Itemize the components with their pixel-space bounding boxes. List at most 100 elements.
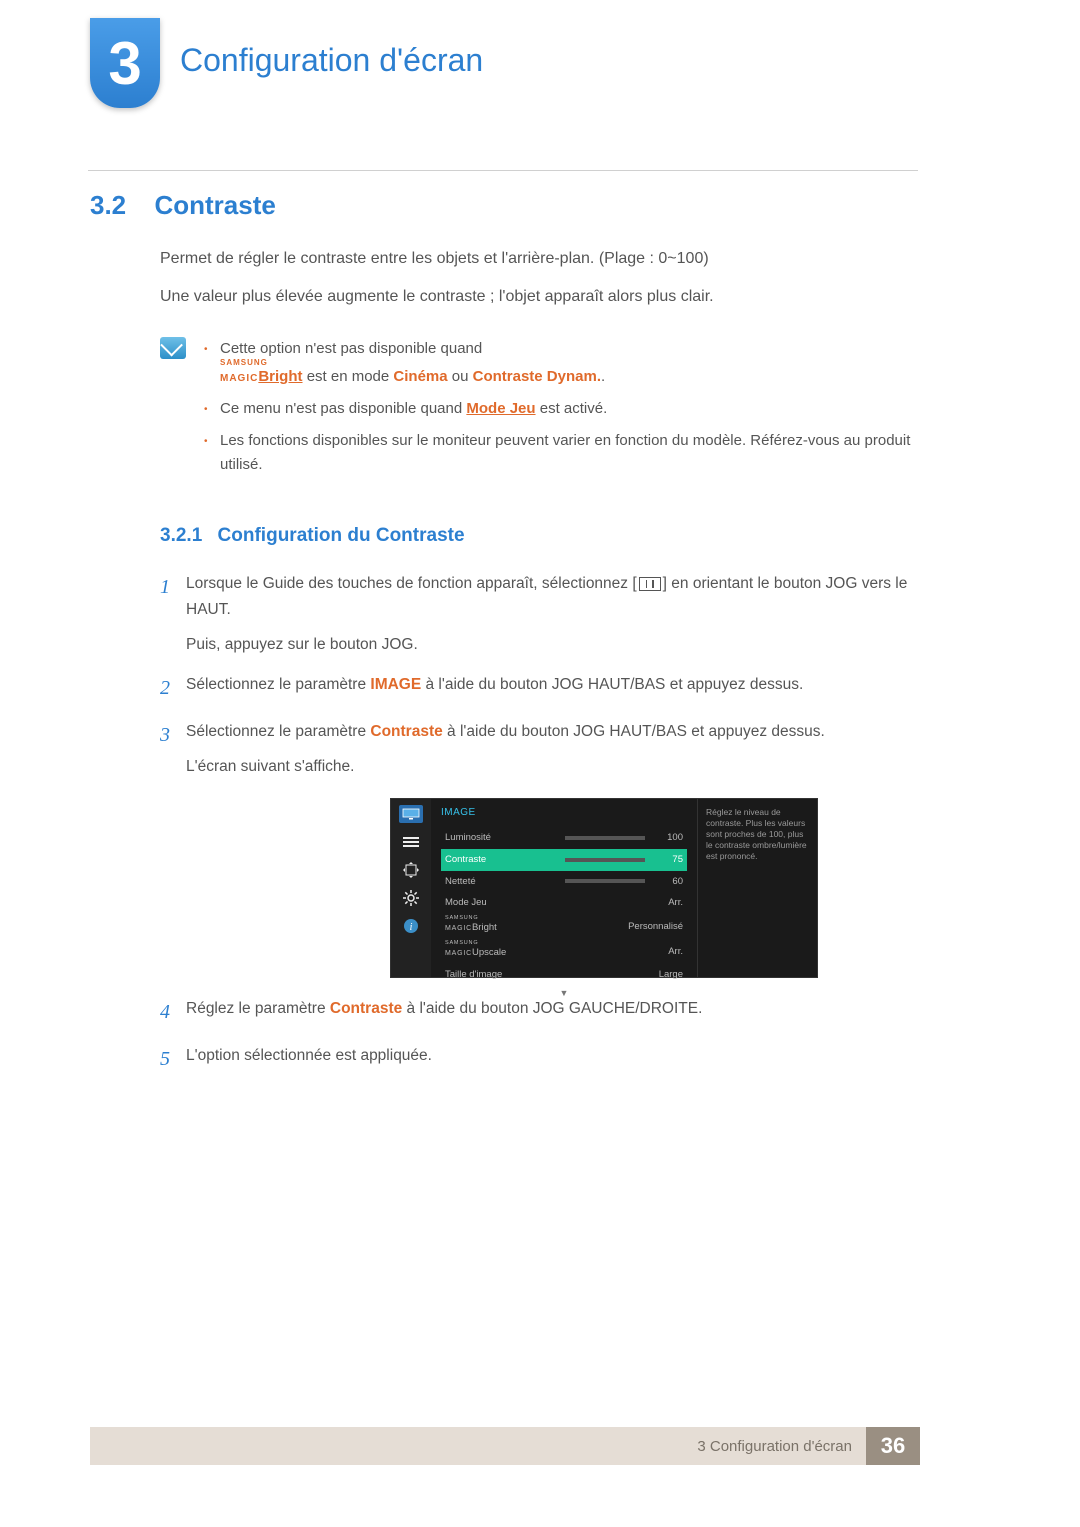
value: 75: [653, 852, 683, 868]
contraste-label: Contraste: [330, 1000, 402, 1017]
text: Puis, appuyez sur le bouton JOG.: [186, 632, 920, 658]
section-para-2: Une valeur plus élevée augmente le contr…: [160, 285, 920, 309]
osd-main: IMAGE Luminosité 100 Contraste 75 Nettet…: [431, 799, 697, 977]
value: Personnalisé: [628, 919, 683, 935]
text: à l'aide du bouton JOG HAUT/BAS et appuy…: [443, 723, 825, 740]
text: Lorsque le Guide des touches de fonction…: [186, 575, 637, 592]
osd-row-luminosite: Luminosité 100: [441, 827, 687, 849]
text: est activé.: [540, 400, 608, 417]
step-text: Sélectionnez le paramètre Contraste à l'…: [186, 719, 920, 780]
chapter-number-tab: 3: [90, 18, 160, 108]
step-text: Sélectionnez le paramètre IMAGE à l'aide…: [186, 672, 920, 705]
steps-list: 1 Lorsque le Guide des touches de foncti…: [160, 571, 920, 1076]
subsection-number: 3.2.1: [160, 525, 202, 546]
step-text: Réglez le paramètre Contraste à l'aide d…: [186, 996, 920, 1029]
footer-text: 3 Configuration d'écran: [90, 1427, 866, 1465]
list-icon: [399, 833, 423, 851]
subsection-header: 3.2.1 Configuration du Contraste: [160, 525, 920, 547]
note-block: Cette option n'est pas disponible quand …: [160, 337, 920, 485]
step-number: 1: [160, 571, 186, 658]
osd-title: IMAGE: [441, 805, 687, 822]
osd-screenshot: i IMAGE Luminosité 100 Contraste 75 Nett…: [390, 798, 818, 978]
note-item-2: Ce menu n'est pas disponible quand Mode …: [204, 397, 920, 421]
note-item-1: Cette option n'est pas disponible quand …: [204, 337, 920, 389]
text: Upscale: [472, 947, 506, 958]
cinema-label: Cinéma: [393, 368, 447, 385]
osd-row-upscale: SAMSUNG MAGICUpscale Arr.: [441, 939, 687, 964]
image-label: IMAGE: [370, 676, 421, 693]
value: Arr.: [668, 895, 683, 911]
step-text: Lorsque le Guide des touches de fonction…: [186, 571, 920, 658]
slider: [565, 858, 645, 862]
bright-label: Bright: [258, 368, 302, 385]
text: ou: [452, 368, 473, 385]
page-number: 36: [866, 1427, 920, 1465]
divider: [88, 170, 918, 171]
menu-icon: [639, 577, 661, 591]
svg-text:i: i: [410, 922, 413, 933]
slider: [565, 879, 645, 883]
gear-icon: [399, 889, 423, 907]
text: SAMSUNG: [220, 361, 920, 365]
section-number: 3.2: [90, 190, 150, 221]
page-content: 3.2 Contraste Permet de régler le contra…: [90, 190, 920, 1090]
label: SAMSUNG MAGICUpscale: [445, 942, 506, 961]
step-number: 3: [160, 719, 186, 780]
info-icon: i: [399, 917, 423, 935]
section-para-1: Permet de régler le contraste entre les …: [160, 247, 920, 271]
label: Contraste: [445, 852, 486, 868]
step-5: 5 L'option sélectionnée est appliquée.: [160, 1043, 920, 1076]
step-1: 1 Lorsque le Guide des touches de foncti…: [160, 571, 920, 658]
text: Bright: [472, 922, 497, 933]
value: Large: [659, 967, 683, 983]
text: L'écran suivant s'affiche.: [186, 754, 920, 780]
text: SAMSUNG: [445, 942, 506, 945]
osd-row-modejeu: Mode Jeu Arr.: [441, 892, 687, 914]
note-icon: [160, 337, 186, 359]
osd-help-text: Réglez le niveau de contraste. Plus les …: [697, 799, 817, 977]
text: est en mode: [307, 368, 394, 385]
label: Netteté: [445, 874, 476, 890]
step-number: 4: [160, 996, 186, 1029]
label: Taille d'image: [445, 967, 502, 983]
step-text: L'option sélectionnée est appliquée.: [186, 1043, 920, 1076]
step-3: 3 Sélectionnez le paramètre Contraste à …: [160, 719, 920, 780]
text: Cette option n'est pas disponible quand: [220, 340, 482, 357]
slider: [565, 836, 645, 840]
step-number: 2: [160, 672, 186, 705]
osd-row-taille: Taille d'image Large: [441, 964, 687, 986]
section-title: Contraste: [154, 190, 275, 221]
value: 100: [653, 830, 683, 846]
step-2: 2 Sélectionnez le paramètre IMAGE à l'ai…: [160, 672, 920, 705]
note-list: Cette option n'est pas disponible quand …: [204, 337, 920, 485]
text: .: [601, 368, 605, 385]
note-item-3: Les fonctions disponibles sur le moniteu…: [204, 429, 920, 477]
text: Réglez le paramètre: [186, 1000, 330, 1017]
page-footer: 3 Configuration d'écran 36: [90, 1427, 920, 1465]
text: Sélectionnez le paramètre: [186, 723, 370, 740]
value: 60: [653, 874, 683, 890]
label: SAMSUNG MAGICBright: [445, 917, 497, 936]
section-header: 3.2 Contraste: [90, 190, 920, 221]
text: Sélectionnez le paramètre: [186, 676, 370, 693]
text: MAGIC: [220, 373, 258, 384]
text: MAGIC: [445, 925, 472, 932]
label: Mode Jeu: [445, 895, 487, 911]
step-number: 5: [160, 1043, 186, 1076]
text: à l'aide du bouton JOG HAUT/BAS et appuy…: [421, 676, 803, 693]
text: MAGIC: [445, 950, 472, 957]
osd-row-bright: SAMSUNG MAGICBright Personnalisé: [441, 914, 687, 939]
text: SAMSUNG: [445, 917, 497, 920]
step-4: 4 Réglez le paramètre Contraste à l'aide…: [160, 996, 920, 1029]
chevron-down-icon: ▼: [441, 986, 687, 1001]
subsection-title: Configuration du Contraste: [218, 525, 465, 546]
resize-icon: [399, 861, 423, 879]
text: à l'aide du bouton JOG GAUCHE/DROITE.: [402, 1000, 702, 1017]
chapter-title: Configuration d'écran: [180, 42, 483, 79]
label: Luminosité: [445, 830, 491, 846]
osd-row-nettete: Netteté 60: [441, 871, 687, 893]
contraste-label: Contraste: [370, 723, 442, 740]
osd-sidebar: i: [391, 799, 431, 977]
value: Arr.: [668, 944, 683, 960]
mode-jeu-label: Mode Jeu: [466, 400, 535, 417]
